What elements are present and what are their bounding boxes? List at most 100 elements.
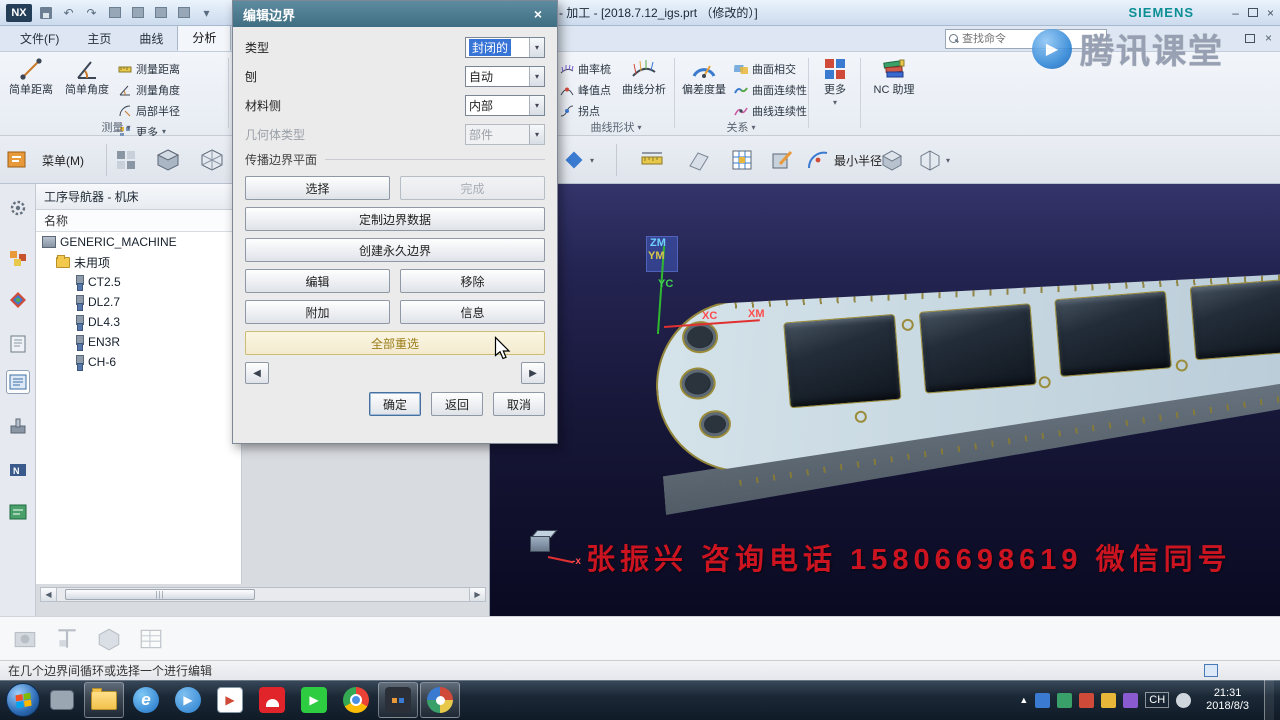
qat-dropdown-icon[interactable]: ▾ (197, 3, 216, 22)
min-radius-button[interactable]: 最小半径 (806, 146, 882, 174)
navigator-column-name[interactable]: 名称 (36, 210, 241, 232)
remove-button[interactable]: 移除 (400, 269, 545, 293)
window-switch-icon[interactable] (174, 3, 193, 22)
selection-scope-icon[interactable]: ▾ (562, 146, 594, 174)
dropdown-icon[interactable]: ▾ (529, 67, 544, 86)
tray-icon-blue[interactable] (1035, 693, 1050, 708)
tab-curve[interactable]: 曲线 (125, 26, 177, 51)
scroll-left-icon[interactable]: ◀ (41, 588, 57, 601)
tree-row-tool-ch6[interactable]: CH-6 (36, 352, 241, 372)
minimize-button[interactable]: – (1232, 6, 1239, 20)
reselect-all-button[interactable]: 全部重选 (245, 331, 545, 355)
tree-row-tool-dl27[interactable]: DL2.7 (36, 292, 241, 312)
restore-down-icon[interactable] (1245, 34, 1255, 43)
plane-dropdown[interactable]: 自动 ▾ (465, 66, 545, 87)
curve-analysis-button[interactable]: 曲线分析 (616, 56, 672, 118)
type-dropdown[interactable]: 封闭的 ▾ (465, 37, 545, 58)
tray-icon-green[interactable] (1057, 693, 1072, 708)
tray-icon-yellow[interactable] (1101, 693, 1116, 708)
status-window-icon[interactable] (1204, 664, 1218, 677)
taskbar-app-desktop[interactable] (42, 682, 82, 718)
tab-file[interactable]: 文件(F) (6, 26, 73, 51)
dialog-title-bar[interactable]: 编辑边界 × (233, 1, 557, 27)
surface-intersect-button[interactable]: 曲面相交 (734, 60, 807, 77)
dropdown-icon[interactable]: ▾ (529, 96, 544, 115)
datum-plane-icon[interactable] (686, 146, 710, 174)
scroll-thumb[interactable]: ||| (65, 589, 255, 600)
part-navigator-icon[interactable] (6, 332, 30, 356)
save-icon[interactable] (36, 3, 55, 22)
info-button[interactable]: 信息 (400, 300, 545, 324)
show-desktop-button[interactable] (1264, 680, 1274, 720)
dropdown-icon[interactable]: ▾ (946, 156, 950, 165)
tab-home[interactable]: 主页 (73, 26, 125, 51)
templates-icon[interactable]: N (6, 458, 30, 482)
view-cube-icon[interactable] (96, 626, 122, 652)
inflection-point-button[interactable]: 拐点 (560, 102, 611, 119)
taskbar-app-nx-viewer[interactable] (420, 682, 460, 718)
create-permanent-boundary-button[interactable]: 创建永久边界 (245, 238, 545, 262)
roles-gear-icon[interactable] (6, 196, 30, 220)
tray-icon-red[interactable] (1079, 693, 1094, 708)
taskbar-app-iqiyi[interactable]: ▶ (294, 682, 334, 718)
language-indicator[interactable]: CH (1145, 692, 1169, 708)
edit-button[interactable]: 编辑 (245, 269, 390, 293)
material-side-dropdown[interactable]: 内部 ▾ (465, 95, 545, 116)
taskbar-app-tencent-classroom[interactable]: ▶ (168, 682, 208, 718)
curve-continuity-button[interactable]: 曲线连续性 (734, 102, 807, 119)
paste-icon[interactable] (151, 3, 170, 22)
maximize-button[interactable] (1248, 8, 1258, 17)
copy-icon[interactable] (128, 3, 147, 22)
taskbar-app-dark[interactable] (378, 682, 418, 718)
search-input[interactable] (962, 33, 1096, 45)
menu-button[interactable]: 菜单(M) (32, 146, 94, 174)
nc-assistant-button[interactable]: NC 助理 (866, 56, 922, 118)
tab-analysis[interactable]: 分析 (177, 24, 231, 51)
taskbar-app-tmall[interactable] (252, 682, 292, 718)
next-boundary-button[interactable]: ▶ (521, 362, 545, 384)
operation-navigator-icon[interactable] (6, 370, 30, 394)
close-part-icon[interactable]: × (1265, 31, 1272, 45)
select-button[interactable]: 选择 (245, 176, 390, 200)
nx-logo-icon[interactable]: NX (6, 4, 32, 22)
process-assistant-icon[interactable] (6, 500, 30, 524)
wireframe-view-icon[interactable] (200, 146, 224, 174)
group-label-curve-shape[interactable]: 曲线形状 ▾ (560, 119, 672, 135)
tray-expand-icon[interactable]: ▲ (1019, 695, 1028, 705)
simple-angle-button[interactable]: 简单角度 (60, 56, 114, 118)
dropdown-icon[interactable]: ▾ (590, 156, 594, 165)
assembly-navigator-icon[interactable] (6, 246, 30, 270)
taskbar-app-chrome[interactable] (336, 682, 376, 718)
layer-settings-icon[interactable] (730, 146, 754, 174)
redo-icon[interactable]: ↷ (82, 3, 101, 22)
tree-row-tool-dl43[interactable]: DL4.3 (36, 312, 241, 332)
dropdown-icon[interactable]: ▾ (529, 38, 544, 57)
tree-row-tool-ct25[interactable]: CT2.5 (36, 272, 241, 292)
local-radius-button[interactable]: 局部半径 (118, 102, 180, 119)
tray-icon-purple[interactable] (1123, 693, 1138, 708)
back-button[interactable]: 返回 (431, 392, 483, 416)
shaded-view-icon[interactable] (156, 146, 180, 174)
tree-row-unused-items[interactable]: 未用项 (36, 252, 241, 272)
cancel-button[interactable]: 取消 (493, 392, 545, 416)
scroll-right-icon[interactable]: ▶ (469, 588, 485, 601)
previous-boundary-button[interactable]: ◀ (245, 362, 269, 384)
navigator-hscrollbar[interactable]: ◀ ||| ▶ (40, 587, 486, 602)
roller-pattern-icon[interactable] (114, 146, 138, 174)
undo-icon[interactable]: ↶ (59, 3, 78, 22)
custom-boundary-data-button[interactable]: 定制边界数据 (245, 207, 545, 231)
snapshot-icon[interactable] (12, 626, 38, 652)
taskbar-app-explorer[interactable] (84, 682, 124, 718)
analysis-more-button[interactable]: 更多 ▾ (814, 56, 856, 118)
graphics-viewport[interactable]: ZM YM YC XC XM -x 张振兴 咨询电话 15806698619 微… (490, 184, 1280, 616)
display-solid-icon[interactable] (880, 146, 904, 174)
info-table-icon[interactable] (138, 626, 164, 652)
deviation-gauge-button[interactable]: 偏差度量 (678, 56, 730, 118)
tree-row-generic-machine[interactable]: GENERIC_MACHINE (36, 232, 241, 252)
measure-distance-button[interactable]: 测量距离 (118, 60, 180, 77)
volume-icon[interactable] (1176, 693, 1191, 708)
taskbar-clock[interactable]: 21:31 2018/8/3 (1198, 687, 1257, 713)
taskbar-app-video[interactable]: ▶ (210, 682, 250, 718)
append-button[interactable]: 附加 (245, 300, 390, 324)
peak-point-button[interactable]: 峰值点 (560, 81, 611, 98)
